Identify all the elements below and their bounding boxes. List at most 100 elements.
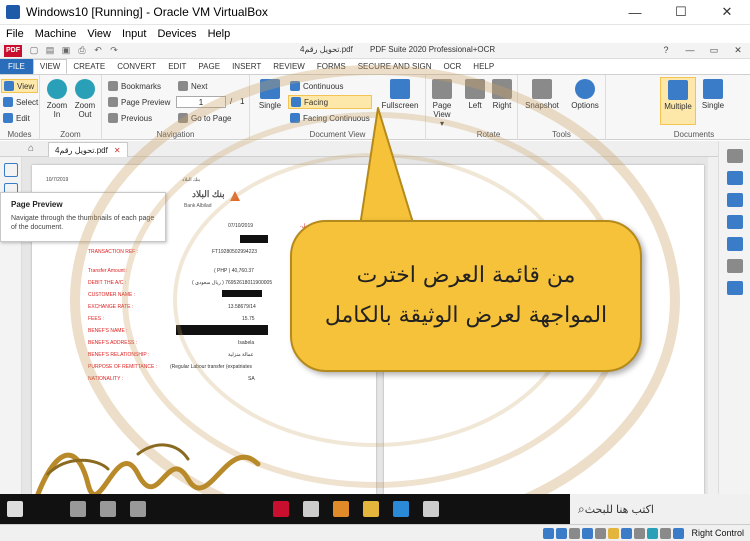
next-page-button[interactable]: Next [176, 79, 209, 93]
new-icon[interactable]: ▢ [28, 45, 40, 56]
search-input[interactable]: اكتب هنا للبحث [585, 503, 654, 516]
previous-page-button[interactable]: Previous [106, 111, 154, 125]
taskbar-search[interactable]: اكتب هنا للبحث ⌕ [570, 494, 750, 524]
usb-icon[interactable] [595, 527, 607, 539]
task-view-icon[interactable] [423, 501, 439, 517]
comment-icon[interactable] [726, 215, 743, 229]
thumbnails-panel-icon[interactable] [4, 163, 18, 177]
vertical-scrollbar[interactable] [708, 157, 718, 494]
document-tab-label: تحويل رقم4.pdf [55, 145, 108, 155]
windows-start-icon[interactable] [7, 501, 23, 517]
maximize-button[interactable]: ☐ [658, 0, 704, 25]
menu-devices[interactable]: Devices [157, 28, 196, 40]
attachment-icon[interactable] [726, 259, 743, 273]
app-minimize-button[interactable]: — [678, 45, 702, 56]
tab-page[interactable]: PAGE [192, 59, 226, 74]
page-number-input[interactable]: 1 [176, 96, 226, 108]
store-icon[interactable] [333, 501, 349, 517]
edge-icon[interactable] [393, 501, 409, 517]
minimize-button[interactable]: — [612, 0, 658, 25]
home-icon[interactable]: ⌂ [28, 143, 40, 155]
mouse-integration-icon[interactable] [660, 527, 672, 539]
tab-create[interactable]: CREATE [67, 59, 111, 74]
page-view-button[interactable]: Page View ▾ [428, 79, 456, 128]
print-icon[interactable]: ⎙ [76, 45, 88, 56]
options-button[interactable]: Options [568, 79, 602, 110]
rotate-right-button[interactable]: Right [490, 79, 514, 110]
display-icon[interactable] [621, 527, 633, 539]
menu-help[interactable]: Help [208, 28, 231, 40]
mail-icon[interactable] [303, 501, 319, 517]
undo-icon[interactable]: ↶ [92, 45, 104, 56]
mode-select-button[interactable]: Select [1, 95, 40, 109]
network-adapter-icon[interactable] [582, 527, 594, 539]
fullscreen-button[interactable]: Fullscreen [380, 79, 420, 110]
save-icon[interactable]: ▣ [60, 45, 72, 56]
wrench-icon[interactable] [726, 149, 743, 163]
continuous-button[interactable]: Continuous [288, 79, 345, 93]
volume-icon[interactable] [70, 501, 86, 517]
menu-input[interactable]: Input [122, 28, 146, 40]
award-icon[interactable] [726, 281, 743, 295]
doc-row-value: عمالة منزلية [228, 352, 254, 358]
page-preview-button[interactable]: Page Preview [106, 95, 172, 109]
menu-file[interactable]: File [6, 28, 24, 40]
zoom-out-button[interactable]: Zoom Out [72, 79, 98, 119]
single-document-button[interactable]: Single [698, 79, 728, 110]
audio-icon[interactable] [569, 527, 581, 539]
app-restore-button[interactable]: ▭ [702, 45, 726, 56]
doc-row-label: BENEF'S NAME : [88, 328, 128, 334]
bookmarks-button[interactable]: Bookmarks [106, 79, 163, 93]
tab-convert[interactable]: CONVERT [111, 59, 162, 74]
doc-row-value: 13.58679/14 [228, 304, 256, 310]
doc-row-label: Transfer Amount : [88, 268, 128, 274]
chevron-up-icon[interactable] [130, 501, 146, 517]
zoom-in-button[interactable]: Zoom In [44, 79, 70, 119]
close-button[interactable]: ✕ [704, 0, 750, 25]
multiple-documents-button[interactable]: Multiple [660, 77, 696, 125]
mode-view-button[interactable]: View [1, 79, 38, 93]
tab-forms[interactable]: FORMS [311, 59, 352, 74]
tab-review[interactable]: REVIEW [267, 59, 311, 74]
tab-view[interactable]: VIEW [32, 59, 68, 74]
redaction-box [240, 235, 268, 243]
rotate-left-button[interactable]: Left [464, 79, 486, 110]
group-label-documents: Documents [673, 130, 715, 139]
close-icon[interactable]: ✕ [114, 146, 121, 155]
mode-edit-button[interactable]: Edit [1, 111, 32, 125]
redo-icon[interactable]: ↷ [108, 45, 120, 56]
page-icon[interactable] [726, 171, 743, 185]
tab-ocr[interactable]: OCR [438, 59, 468, 74]
recording-icon[interactable] [634, 527, 646, 539]
optical-drive-icon[interactable] [556, 527, 568, 539]
tab-help[interactable]: HELP [467, 59, 500, 74]
snapshot-button[interactable]: Snapshot [522, 79, 562, 110]
single-page-button[interactable]: Single [256, 79, 284, 110]
document-tab[interactable]: تحويل رقم4.pdf ✕ [48, 142, 128, 157]
rotate-right-icon [492, 79, 512, 99]
tab-edit[interactable]: EDIT [162, 59, 192, 74]
open-folder-icon[interactable]: ▤ [44, 45, 56, 56]
camera-icon [532, 79, 552, 99]
hdd-icon[interactable] [543, 527, 555, 539]
folder-icon[interactable] [363, 501, 379, 517]
layers-icon[interactable] [726, 237, 743, 251]
tab-file[interactable]: FILE [0, 59, 33, 74]
facing-continuous-button[interactable]: Facing Continuous [288, 111, 372, 125]
tab-insert[interactable]: INSERT [226, 59, 267, 74]
pages-icon[interactable] [726, 193, 743, 207]
bank-logo-en: Bank Albilad [184, 203, 212, 209]
facing-button[interactable]: Facing [288, 95, 372, 109]
shared-folder-icon[interactable] [608, 527, 620, 539]
tab-secure-and-sign[interactable]: SECURE AND SIGN [352, 59, 438, 74]
menu-view[interactable]: View [87, 28, 111, 40]
gear-icon [575, 79, 595, 99]
pdf-icon[interactable] [273, 501, 289, 517]
app-close-button[interactable]: ✕ [726, 45, 750, 56]
cpu-icon[interactable] [647, 527, 659, 539]
network-icon[interactable] [100, 501, 116, 517]
menu-machine[interactable]: Machine [35, 28, 77, 40]
go-to-page-button[interactable]: Go to Page [176, 111, 233, 125]
help-icon[interactable]: ? [654, 45, 678, 56]
app-window-controls: ? — ▭ ✕ [654, 45, 750, 56]
